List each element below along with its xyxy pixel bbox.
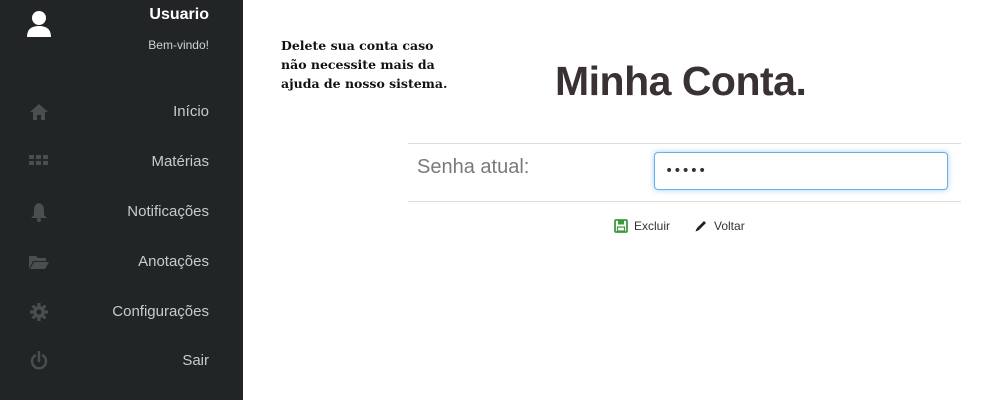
sidebar-item-label: Configurações [112,303,209,320]
back-button[interactable]: Voltar [694,218,754,236]
user-avatar-icon [27,11,51,37]
folder-open-icon [29,256,49,269]
current-password-input[interactable] [654,152,948,190]
user-welcome-text: Bem-vindo! [148,38,209,52]
sidebar-item-label: Sair [182,352,209,369]
sidebar-item-label: Notificações [127,203,209,220]
user-panel: Usuario Bem-vindo! [0,0,243,70]
save-icon [614,219,628,233]
sidebar-item-configuracoes[interactable]: Configurações [0,292,243,332]
power-icon [30,351,48,370]
user-name: Usuario [149,6,209,23]
delete-button-label: Excluir [634,219,671,233]
sidebar-item-materias[interactable]: Matérias [0,142,243,182]
sidebar-item-label: Matérias [151,153,209,170]
home-icon [30,104,48,120]
sidebar-item-label: Anotações [138,253,209,270]
bell-icon [31,203,47,222]
back-button-label: Voltar [714,219,745,233]
pencil-icon [695,221,706,232]
sidebar-item-sair[interactable]: Sair [0,341,243,381]
sidebar-item-label: Início [173,103,209,120]
page-title: Minha Conta. [555,58,807,104]
sidebar-item-notificacoes[interactable]: Notificações [0,192,243,232]
gear-icon [30,303,48,321]
sidebar-item-anotacoes[interactable]: Anotações [0,242,243,282]
sidebar: Usuario Bem-vindo! Início Matérias Notif… [0,0,243,400]
password-form-row: Senha atual: [408,143,961,202]
password-label: Senha atual: [417,156,530,178]
delete-account-notice: Delete sua conta caso não necessite mais… [281,38,448,91]
sidebar-item-inicio[interactable]: Início [0,92,243,132]
delete-button[interactable]: Excluir [614,218,674,236]
grid-icon [29,155,48,165]
